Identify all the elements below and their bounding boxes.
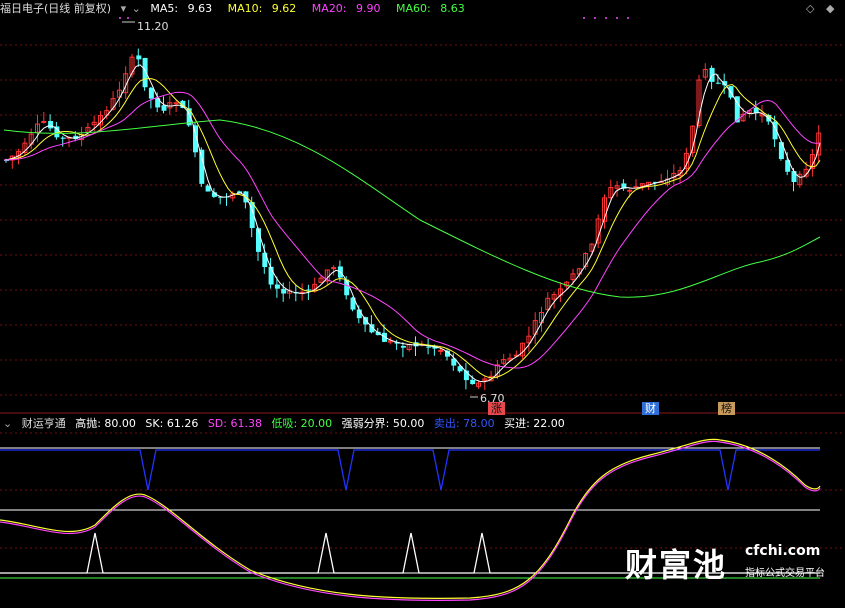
candle-body bbox=[161, 105, 167, 111]
candle-body bbox=[60, 137, 66, 139]
candle-body bbox=[715, 82, 721, 84]
sell-signal-line bbox=[0, 449, 820, 491]
event-marker-zhang[interactable]: 涨 bbox=[488, 402, 505, 415]
ma-dropdown-icon[interactable]: ⌄ bbox=[132, 2, 141, 15]
signal-dot bbox=[594, 17, 596, 19]
candle-body bbox=[331, 267, 337, 270]
watermark-url: cfchi.com bbox=[745, 543, 821, 559]
qiang-ruo-value: 强弱分界: 50.00 bbox=[341, 417, 425, 430]
candle-body bbox=[281, 288, 287, 294]
ma5-line bbox=[3, 64, 821, 383]
event-marker-bang[interactable]: 榜 bbox=[718, 402, 735, 415]
indicator-name[interactable]: 财运亨通 bbox=[22, 417, 66, 430]
zoom-out-icon[interactable]: ◇ bbox=[806, 2, 814, 15]
ma20-label: MA20: 9.90 bbox=[311, 2, 381, 15]
watermark-brand: 财富池 bbox=[625, 546, 728, 584]
event-marker-cai[interactable]: 财 bbox=[642, 402, 659, 415]
sk-value: SK: 61.26 bbox=[145, 417, 199, 430]
candle-body bbox=[363, 317, 369, 325]
candle-body bbox=[136, 55, 142, 60]
candle-body bbox=[148, 87, 154, 99]
watermark: 财富池 cfchi.com 指标公式交易平台 bbox=[625, 540, 825, 586]
high-price-label: 11.20 bbox=[137, 20, 169, 33]
candle-body bbox=[778, 142, 784, 160]
candle-body bbox=[306, 289, 312, 291]
di-xi-value: 低吸: 20.00 bbox=[271, 417, 333, 430]
signal-dot bbox=[616, 17, 618, 19]
candle-body bbox=[193, 125, 198, 153]
candle-body bbox=[627, 189, 633, 192]
ma60-label: MA60: 8.63 bbox=[396, 2, 465, 15]
mai-chu-value: 卖出: 78.00 bbox=[433, 417, 495, 430]
candle-body bbox=[41, 120, 47, 123]
candle-body bbox=[400, 345, 406, 348]
stock-title[interactable]: 福日电子 bbox=[0, 2, 44, 15]
ma5-label: MA5: 9.63 bbox=[150, 2, 213, 15]
candle-body bbox=[199, 149, 205, 184]
chevron-down-icon[interactable]: ▾ bbox=[121, 2, 127, 15]
zoom-in-icon[interactable]: ◆ bbox=[826, 2, 834, 15]
mai-jin-value: 买进: 22.00 bbox=[504, 417, 565, 430]
signal-dot bbox=[627, 17, 629, 19]
main-chart-header: 福日电子(日线 前复权) ▾ ⌄ MA5: 9.63 MA10: 9.62 MA… bbox=[0, 0, 477, 18]
candle-body bbox=[205, 185, 211, 192]
period-mode[interactable]: (日线 前复权) bbox=[44, 2, 111, 15]
candle-body bbox=[142, 57, 148, 88]
chevron-down-icon[interactable]: ⌄ bbox=[3, 417, 12, 430]
candle-body bbox=[268, 266, 274, 285]
candle-body bbox=[470, 379, 476, 384]
sd-value: SD: 61.38 bbox=[207, 417, 262, 430]
candle-body bbox=[48, 120, 54, 129]
candle-body bbox=[791, 171, 797, 182]
candle-body bbox=[274, 284, 280, 289]
candle-body bbox=[426, 346, 432, 348]
watermark-tagline: 指标公式交易平台 bbox=[745, 568, 825, 579]
indicator-header: ⌄ 财运亨通 高抛: 80.00 SK: 61.26 SD: 61.38 低吸:… bbox=[0, 415, 571, 433]
ma60-line bbox=[3, 119, 821, 298]
gao-pao-value: 高抛: 80.00 bbox=[75, 417, 136, 430]
ma10-label: MA10: 9.62 bbox=[227, 2, 297, 15]
signal-dot bbox=[605, 17, 607, 19]
candle-body bbox=[173, 102, 179, 105]
kline-chart[interactable]: 11.20 6.70 bbox=[0, 0, 845, 608]
signal-dot bbox=[583, 17, 585, 19]
ma20-line bbox=[3, 91, 821, 369]
